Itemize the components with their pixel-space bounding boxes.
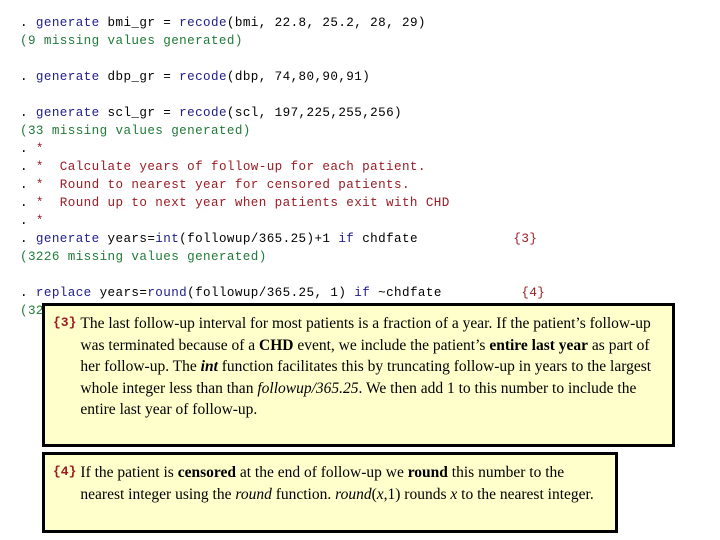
console-line: (3226 missing values generated) bbox=[20, 248, 700, 266]
console-text-dot: . bbox=[20, 196, 36, 210]
console-line: . generate years=int(followup/365.25)+1 … bbox=[20, 230, 700, 248]
console-text-cmt: * Calculate years of follow-up for each … bbox=[35, 160, 426, 174]
callout-4-body: If the patient is censored at the end of… bbox=[80, 462, 605, 505]
console-text-plain: chdfate bbox=[354, 232, 418, 246]
callout-text: entire last year bbox=[489, 336, 589, 354]
console-text-kw: generate bbox=[35, 232, 100, 246]
console-text-dot: . bbox=[20, 106, 36, 120]
console-text-plain: (followup/365.25)+1 bbox=[179, 232, 339, 246]
console-line: . * bbox=[20, 140, 700, 158]
console-text-blank bbox=[20, 52, 28, 66]
callout-text: round bbox=[407, 464, 448, 481]
stata-console-output: . generate bmi_gr = recode(bmi, 22.8, 25… bbox=[20, 14, 700, 320]
console-text-dot: . bbox=[20, 16, 36, 30]
console-line: (9 missing values generated) bbox=[20, 32, 700, 50]
console-text-note: (9 missing values generated) bbox=[20, 34, 243, 48]
console-line: . generate dbp_gr = recode(dbp, 74,80,90… bbox=[20, 68, 700, 86]
console-line: (33 missing values generated) bbox=[20, 122, 700, 140]
callout-emphasis: int bbox=[201, 358, 218, 375]
callout-text: x bbox=[376, 485, 384, 503]
console-text-kw: if bbox=[354, 286, 371, 300]
console-text-plain: years= bbox=[91, 286, 148, 300]
console-text-kw: recode bbox=[179, 70, 227, 84]
console-text-kw: if bbox=[338, 232, 355, 246]
console-text-plain: ~chdfate bbox=[370, 286, 442, 300]
callout-3-body: The last follow-up interval for most pat… bbox=[80, 313, 662, 421]
callout-text: followup/365.25 bbox=[257, 379, 359, 397]
console-text-note: (3226 missing values generated) bbox=[20, 250, 267, 264]
console-text-cmt: * Round up to next year when patients ex… bbox=[35, 196, 450, 210]
console-text-kw: recode bbox=[179, 16, 227, 30]
callout-text: round bbox=[235, 485, 272, 503]
console-line: . * Calculate years of follow-up for eac… bbox=[20, 158, 700, 176]
console-line bbox=[20, 86, 700, 104]
console-text-blank bbox=[20, 268, 28, 282]
console-text-plain: bmi_gr = bbox=[99, 16, 180, 30]
console-text-ref: {4} bbox=[521, 286, 546, 300]
console-text-cmt: * Round to nearest year for censored pat… bbox=[35, 178, 410, 192]
console-text-plain: (scl, 197,225,255,256) bbox=[226, 106, 402, 120]
callout-4-tag: {4} bbox=[53, 464, 77, 479]
callout-text: censored bbox=[177, 464, 236, 481]
console-text-blank bbox=[20, 88, 28, 102]
console-text-cmt: * bbox=[35, 142, 44, 156]
callout-text: round bbox=[335, 485, 372, 503]
callout-emphasis: int bbox=[200, 358, 218, 375]
console-line bbox=[20, 50, 700, 68]
console-text-dot: . bbox=[20, 160, 36, 174]
console-text-kw: generate bbox=[35, 70, 100, 84]
console-text-kw: generate bbox=[35, 106, 100, 120]
console-text-kw: int bbox=[155, 232, 180, 246]
console-text-plain: (followup/365.25, 1) bbox=[187, 286, 355, 300]
console-text-plain: (bmi, 22.8, 25.2, 28, 29) bbox=[226, 16, 426, 30]
console-line: . generate scl_gr = recode(scl, 197,225,… bbox=[20, 104, 700, 122]
callout-text: CHD bbox=[259, 336, 294, 354]
console-line bbox=[20, 266, 700, 284]
callout-text: If the patient is bbox=[80, 464, 178, 481]
console-text-dot: . bbox=[20, 286, 36, 300]
console-line: . * bbox=[20, 212, 700, 230]
console-line: . generate bmi_gr = recode(bmi, 22.8, 25… bbox=[20, 14, 700, 32]
console-text-dot: . bbox=[20, 232, 36, 246]
callout-text: function. bbox=[271, 485, 336, 503]
callout-text: ,1) rounds bbox=[383, 485, 451, 503]
console-text-plain: scl_gr = bbox=[99, 106, 180, 120]
console-text-dot: . bbox=[20, 70, 36, 84]
console-text-dot: . bbox=[20, 178, 36, 192]
console-text-kw: replace bbox=[35, 286, 92, 300]
console-text-plain bbox=[418, 232, 514, 246]
callout-text: event, we include the patient’s bbox=[293, 336, 490, 354]
console-text-plain: years= bbox=[99, 232, 156, 246]
console-text-dot: . bbox=[20, 214, 36, 228]
callout-3-tag: {3} bbox=[53, 315, 77, 330]
console-text-ref: {3} bbox=[513, 232, 538, 246]
console-text-cmt: * bbox=[35, 214, 44, 228]
callout-box-3: {3} The last follow-up interval for most… bbox=[42, 303, 675, 447]
console-line: . * Round to nearest year for censored p… bbox=[20, 176, 700, 194]
console-text-dot: . bbox=[20, 142, 36, 156]
console-text-plain bbox=[442, 286, 522, 300]
console-text-plain: (dbp, 74,80,90,91) bbox=[226, 70, 371, 84]
callout-text: at the end of follow-up we bbox=[235, 464, 408, 481]
console-text-plain: dbp_gr = bbox=[99, 70, 180, 84]
console-text-kw: generate bbox=[35, 16, 100, 30]
console-text-kw: round bbox=[147, 286, 188, 300]
console-text-note: (33 missing values generated) bbox=[20, 124, 251, 138]
callout-text: to the nearest integer. bbox=[457, 485, 594, 503]
console-line: . * Round up to next year when patients … bbox=[20, 194, 700, 212]
console-line: . replace years=round(followup/365.25, 1… bbox=[20, 284, 700, 302]
console-text-kw: recode bbox=[179, 106, 227, 120]
callout-box-4: {4} If the patient is censored at the en… bbox=[42, 452, 618, 533]
